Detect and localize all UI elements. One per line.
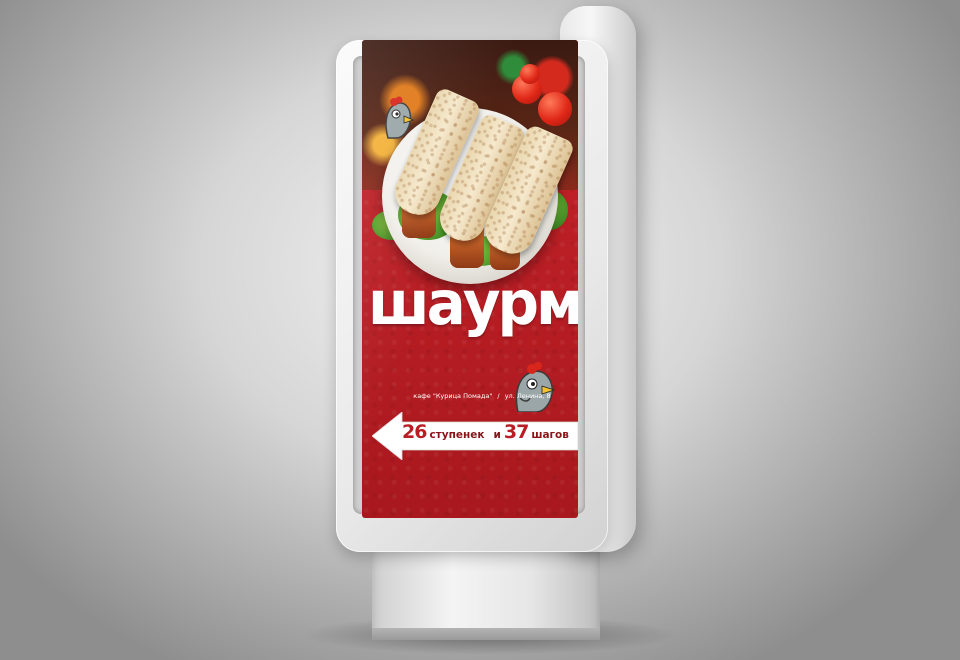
address-separator: / <box>497 392 500 400</box>
cafe-name: кафе "Курица Помада" <box>413 392 493 400</box>
steps-count: 26 <box>402 421 427 443</box>
lightbox-pedestal <box>372 540 600 640</box>
title-block: шаурма <box>362 258 578 348</box>
directions-text: 26 ступенек и 37 шагов <box>402 421 578 447</box>
chicken-mascot-bottom-icon <box>515 362 556 412</box>
steps-word: ступенек <box>429 429 485 441</box>
paces-word: шагов <box>531 429 569 441</box>
tomato-top <box>520 64 540 84</box>
pedestal-base <box>372 628 600 640</box>
advertising-poster: шаурма кафе "Курица Помада" / ул. Ленина… <box>362 40 578 518</box>
cafe-address: ул. Ленина, 8 <box>504 392 551 400</box>
cafe-address-line: кафе "Курица Помада" / ул. Ленина, 8 <box>402 392 562 400</box>
poster-title: шаурма <box>368 267 578 339</box>
paces-count: 37 <box>503 421 529 443</box>
tomato-right <box>538 92 572 126</box>
chicken-mascot-top-icon <box>385 96 414 139</box>
conjunction: и <box>493 429 501 441</box>
